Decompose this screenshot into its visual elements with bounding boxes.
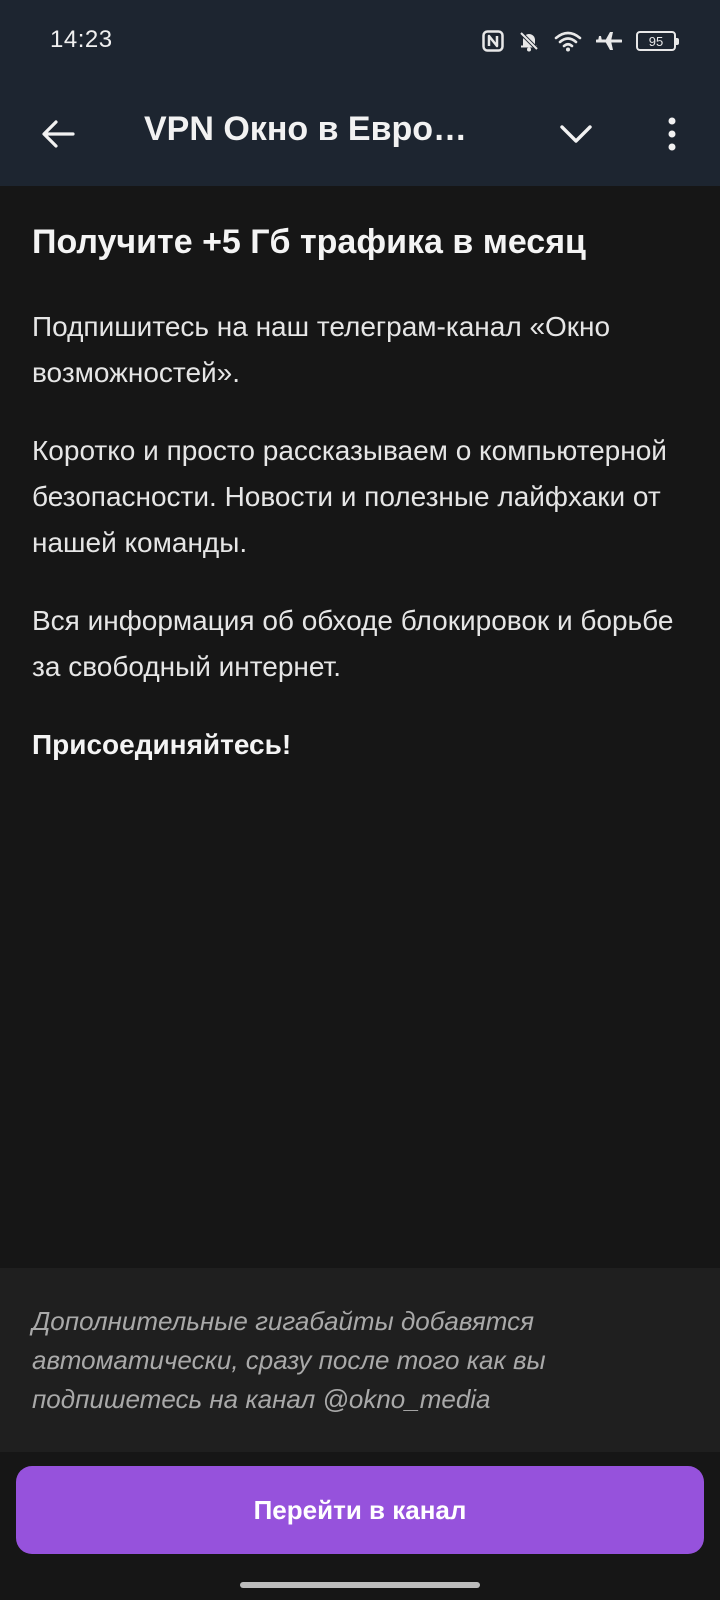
arrow-left-icon <box>42 120 75 148</box>
dropdown-button[interactable] <box>548 106 604 162</box>
paragraph-info: Вся информация об обходе блокировок и бо… <box>32 605 674 683</box>
airplane-icon <box>596 30 622 52</box>
status-bar: 14:23 95 <box>0 0 720 82</box>
nfc-icon <box>482 30 504 52</box>
battery-level: 95 <box>648 33 664 49</box>
paragraph-subscribe: Подпишитесь на наш телеграм-канал «Окно … <box>32 311 611 389</box>
back-button[interactable] <box>30 106 86 162</box>
home-indicator[interactable] <box>240 1582 480 1588</box>
paragraph-join: Присоединяйтесь! <box>32 729 292 761</box>
chevron-down-icon <box>560 125 592 143</box>
battery-icon: 95 <box>636 31 679 51</box>
status-time: 14:23 <box>50 26 113 53</box>
more-button[interactable] <box>644 106 700 162</box>
app-title: VPN Окно в Евро… <box>144 110 468 148</box>
go-to-channel-button[interactable]: Перейти в канал <box>16 1466 704 1554</box>
note-panel: Дополнительные гигабайты добавятся автом… <box>0 1268 720 1452</box>
bottom-area: Перейти в канал <box>0 1452 720 1600</box>
app-bar: VPN Окно в Евро… <box>0 82 720 186</box>
wifi-icon <box>554 30 582 52</box>
content-area: Получите +5 Гб трафика в месяц Подпишите… <box>32 220 692 800</box>
paragraph-about: Коротко и просто рассказываем о компьюте… <box>32 435 667 559</box>
more-vertical-icon <box>668 117 676 151</box>
note-text: Дополнительные гигабайты добавятся автом… <box>32 1306 546 1414</box>
bell-off-icon <box>518 30 540 52</box>
status-icons: 95 <box>482 26 679 56</box>
headline: Получите +5 Гб трафика в месяц <box>32 223 586 261</box>
